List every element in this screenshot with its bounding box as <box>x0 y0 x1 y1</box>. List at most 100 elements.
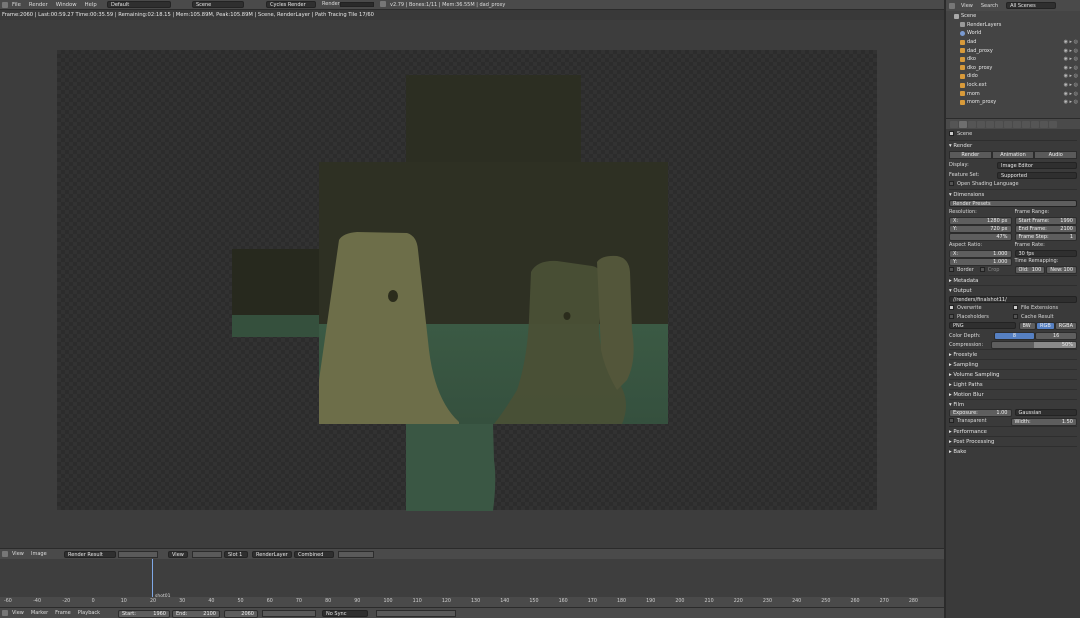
texture-tab-icon[interactable] <box>1040 120 1048 128</box>
placeholders-row[interactable]: Placeholders <box>949 313 1013 322</box>
modifiers-tab-icon[interactable] <box>1013 120 1021 128</box>
data-tab-icon[interactable] <box>1022 120 1030 128</box>
panel-header[interactable]: ▸ Light Paths <box>949 379 1077 389</box>
render-button[interactable]: Render <box>949 151 992 159</box>
compression-slider[interactable]: 50% <box>991 340 1077 349</box>
outliner-item[interactable]: dad ◉ ▸ ◎ <box>950 38 1080 47</box>
image-editor-viewport[interactable] <box>0 20 944 548</box>
visibility-icon[interactable]: ◉ ▸ ◎ <box>1064 56 1078 62</box>
playback-controls[interactable] <box>262 610 316 617</box>
panel-header[interactable]: ▾ Output <box>949 285 1077 295</box>
panel-header[interactable]: ▸ Metadata <box>949 275 1077 285</box>
rgb-button[interactable]: RGB <box>1036 322 1055 330</box>
outliner-item[interactable]: dko_proxy ◉ ▸ ◎ <box>950 64 1080 73</box>
visibility-icon[interactable]: ◉ ▸ ◎ <box>1064 99 1078 105</box>
remap-old-field[interactable]: Old: 100 <box>1014 266 1046 274</box>
scene-dropdown[interactable]: Scene <box>192 1 244 8</box>
panel-header[interactable]: ▾ Film <box>949 399 1077 409</box>
physics-tab-icon[interactable] <box>1049 120 1057 128</box>
display-channel-buttons[interactable] <box>338 551 374 558</box>
remap-new-field[interactable]: New: 100 <box>1046 266 1077 274</box>
audio-button[interactable]: Audio <box>1034 151 1078 159</box>
rgba-button[interactable]: RGBA <box>1054 322 1077 330</box>
file-ext-row[interactable]: File Extensions <box>1013 304 1077 313</box>
overwrite-checkbox[interactable] <box>949 305 954 310</box>
border-toggle[interactable]: Border <box>949 266 974 275</box>
pivot-buttons[interactable] <box>192 551 222 558</box>
overwrite-row[interactable]: Overwrite <box>949 304 1013 313</box>
outliner-item[interactable]: lock.ext ◉ ▸ ◎ <box>950 81 1080 90</box>
menu-render[interactable]: Render <box>29 2 48 8</box>
panel-header[interactable]: ▸ Bake <box>949 446 1077 456</box>
constraints-tab-icon[interactable] <box>1004 120 1012 128</box>
menu-playback[interactable]: Playback <box>78 610 100 616</box>
outliner-item[interactable]: mom ◉ ▸ ◎ <box>950 89 1080 98</box>
layer-dropdown[interactable]: RenderLayer <box>252 551 292 558</box>
outliner-view-menu[interactable]: View <box>961 3 973 9</box>
visibility-icon[interactable]: ◉ ▸ ◎ <box>1064 48 1078 54</box>
bw-button[interactable]: BW <box>1018 322 1037 330</box>
aspect-y-field[interactable]: Y: 1.000 <box>949 258 1012 266</box>
frame-rate-dropdown[interactable]: 30 fps <box>1014 250 1077 257</box>
editor-type-icon[interactable] <box>949 2 955 9</box>
panel-header[interactable]: ▾ Render <box>949 140 1077 150</box>
filter-width-field[interactable]: Width: 1.50 <box>1010 418 1077 426</box>
layout-dropdown[interactable]: Default <box>107 1 171 8</box>
res-y-field[interactable]: Y: 720 px <box>949 225 1012 233</box>
osl-checkbox[interactable] <box>949 181 954 186</box>
object-tab-icon[interactable] <box>995 120 1003 128</box>
end-frame-field[interactable]: End Frame: 2100 <box>1014 225 1077 233</box>
osl-checkbox-row[interactable]: Open Shading Language <box>949 180 1077 189</box>
outliner-scenes-dropdown[interactable]: All Scenes <box>1006 2 1057 9</box>
layers-tab-icon[interactable] <box>968 120 976 128</box>
feature-set-dropdown[interactable]: Supported <box>997 171 1077 179</box>
outliner-tree[interactable]: Scene RenderLayers World dad ◉ ▸ ◎ dad_pr… <box>946 11 1080 118</box>
visibility-icon[interactable]: ◉ ▸ ◎ <box>1064 65 1078 71</box>
editor-type-icon[interactable] <box>950 120 958 128</box>
animation-button[interactable]: Animation <box>991 151 1035 159</box>
menu-help[interactable]: Help <box>85 2 97 8</box>
view-menu[interactable]: View <box>12 551 24 557</box>
render-presets-dropdown[interactable]: Render Presets <box>949 200 1077 207</box>
crop-checkbox[interactable] <box>979 267 985 272</box>
panel-header[interactable]: ▸ Volume Sampling <box>949 369 1077 379</box>
transparent-row[interactable]: Transparent <box>949 417 1008 426</box>
filter-dropdown[interactable]: Gaussian <box>1014 409 1077 416</box>
visibility-icon[interactable]: ◉ ▸ ◎ <box>1064 91 1078 97</box>
panel-header[interactable]: ▸ Performance <box>949 426 1077 436</box>
visibility-icon[interactable]: ◉ ▸ ◎ <box>1064 39 1078 45</box>
aspect-x-field[interactable]: X: 1.000 <box>949 250 1012 258</box>
res-percent-field[interactable]: 47% <box>949 233 1012 241</box>
scene-tab-icon[interactable] <box>977 120 985 128</box>
panel-header[interactable]: ▸ Post Processing <box>949 436 1077 446</box>
current-frame-field[interactable]: 2060 <box>224 610 258 618</box>
outliner-item[interactable]: dido ◉ ▸ ◎ <box>950 72 1080 81</box>
menu-view[interactable]: View <box>12 610 24 616</box>
display-dropdown[interactable]: Image Editor <box>997 161 1077 169</box>
visibility-icon[interactable]: ◉ ▸ ◎ <box>1064 73 1078 79</box>
keying-controls[interactable] <box>376 610 456 617</box>
outliner-item[interactable]: dko ◉ ▸ ◎ <box>950 55 1080 64</box>
panel-header[interactable]: ▸ Sampling <box>949 359 1077 369</box>
exposure-field[interactable]: Exposure: 1.00 <box>949 409 1012 417</box>
start-frame-field[interactable]: Start: 1960 <box>118 610 170 618</box>
outliner-search-menu[interactable]: Search <box>981 3 998 9</box>
view-dropdown[interactable]: View <box>168 551 188 558</box>
frame-step-field[interactable]: Frame Step: 1 <box>1014 233 1077 241</box>
depth-8-button[interactable]: 8 <box>993 331 1036 340</box>
editor-type-icon[interactable] <box>2 610 8 616</box>
end-frame-field[interactable]: End: 2100 <box>172 610 220 618</box>
cache-checkbox[interactable] <box>1013 314 1018 319</box>
visibility-icon[interactable]: ◉ ▸ ◎ <box>1064 82 1078 88</box>
image-menu[interactable]: Image <box>31 551 47 557</box>
menu-marker[interactable]: Marker <box>31 610 48 616</box>
panel-header[interactable]: ▸ Freestyle <box>949 349 1077 359</box>
outliner-item[interactable]: World <box>950 29 1080 38</box>
world-tab-icon[interactable] <box>986 120 994 128</box>
border-checkbox[interactable] <box>949 267 954 272</box>
res-x-field[interactable]: X: 1280 px <box>949 217 1012 225</box>
menu-window[interactable]: Window <box>56 2 77 8</box>
outliner-item[interactable]: dad_proxy ◉ ▸ ◎ <box>950 46 1080 55</box>
timeline-ruler[interactable]: -60 -40 -20 0 10 20 30 40 50 60 70 80 90 100 110 120 130… <box>0 597 944 607</box>
info-icon[interactable] <box>2 2 8 8</box>
